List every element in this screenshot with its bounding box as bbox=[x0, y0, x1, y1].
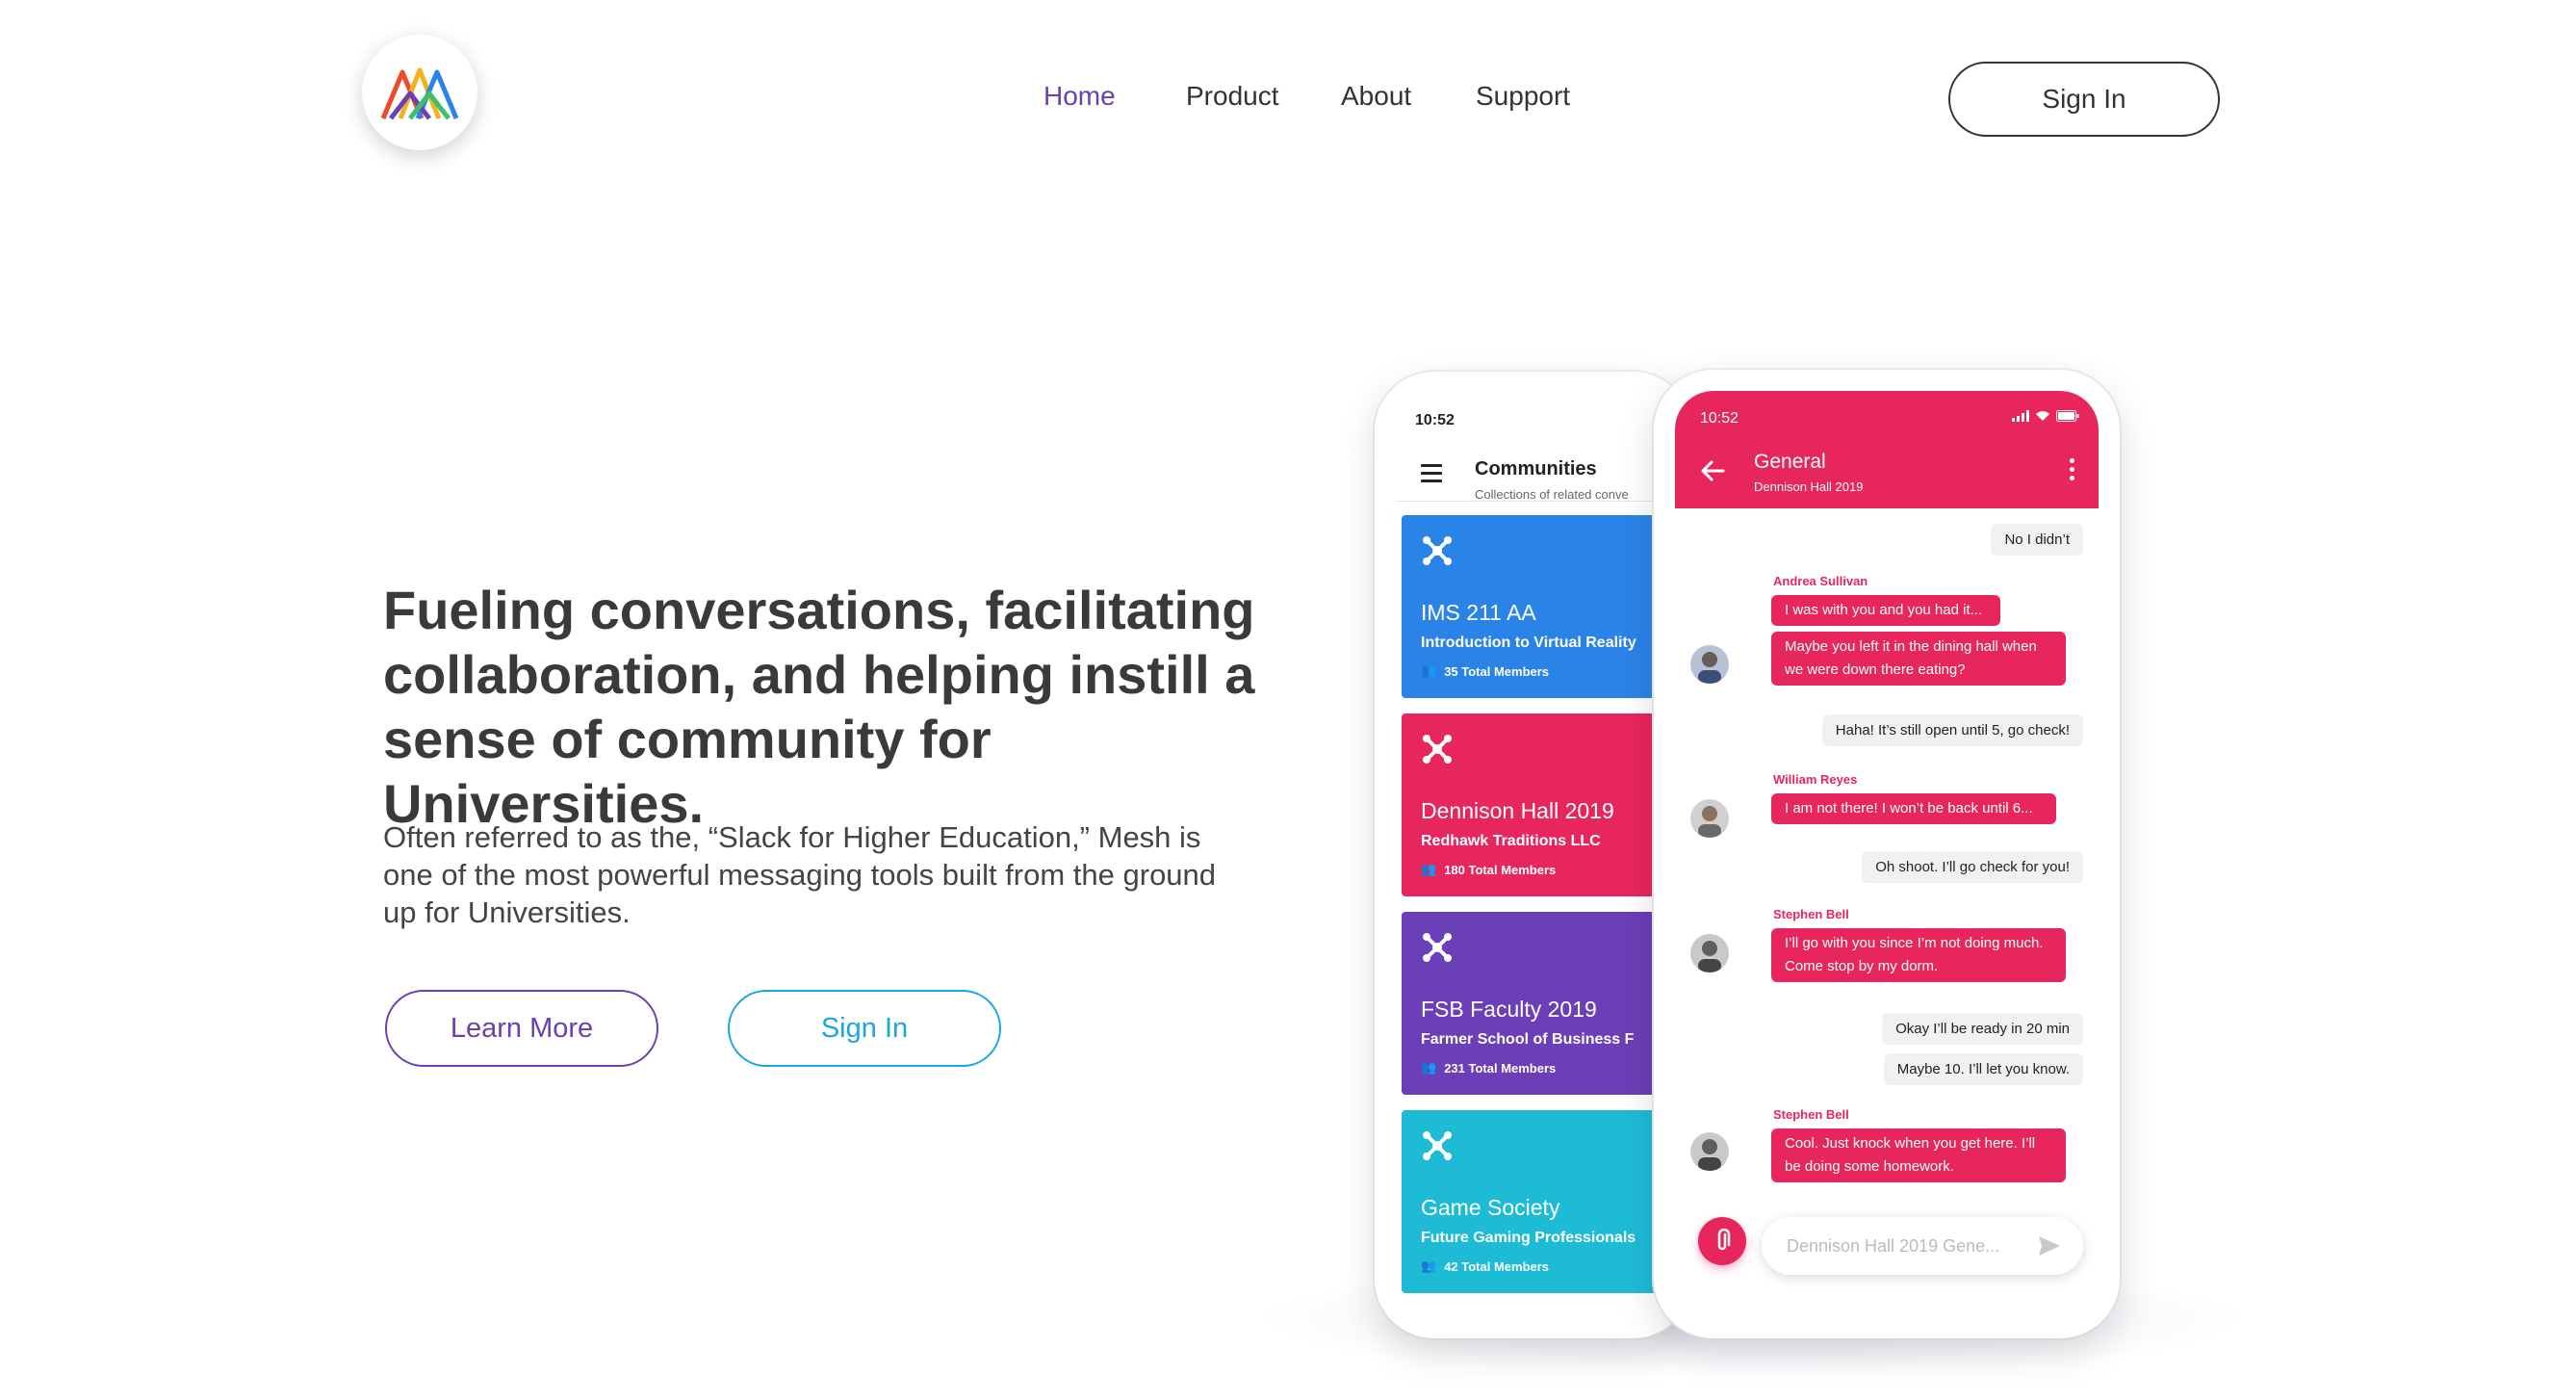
community-name: Dennison Hall 2019 bbox=[1421, 798, 1614, 823]
community-desc: Future Gaming Professionals bbox=[1421, 1230, 1636, 1246]
avatar-stephen bbox=[1690, 934, 1729, 972]
more-options-icon[interactable] bbox=[2070, 458, 2075, 484]
hub-icon bbox=[1423, 735, 1452, 764]
message-outgoing: No I didn’t bbox=[1991, 524, 2083, 556]
attach-button[interactable] bbox=[1698, 1217, 1746, 1265]
community-card-fsb[interactable]: FSB Faculty 2019 Farmer School of Busine… bbox=[1402, 912, 1671, 1095]
signal-icon bbox=[2012, 410, 2029, 422]
message-input[interactable]: Dennison Hall 2019 Gene... bbox=[1762, 1217, 2083, 1275]
chat-screen: 10:52 General Dennison Hall 2019 No I di… bbox=[1675, 391, 2099, 1317]
avatar-stephen-image bbox=[1690, 1132, 1729, 1171]
avatar-andrea bbox=[1690, 645, 1729, 684]
communities-phone: 10:52 Communities Collections of related… bbox=[1375, 372, 1692, 1338]
communities-subtitle: Collections of related conve bbox=[1475, 487, 1629, 502]
status-time: 10:52 bbox=[1700, 410, 1739, 427]
message-incoming: Maybe you left it in the dining hall whe… bbox=[1771, 632, 2066, 686]
message-outgoing: Okay I’ll be ready in 20 min bbox=[1882, 1013, 2083, 1045]
back-arrow-icon[interactable] bbox=[1700, 458, 1725, 483]
nav-product[interactable]: Product bbox=[1186, 81, 1279, 112]
members-icon: 👥 bbox=[1421, 1060, 1437, 1075]
communities-screen: 10:52 Communities Collections of related… bbox=[1396, 393, 1671, 1317]
members-icon: 👥 bbox=[1421, 1258, 1437, 1273]
nav-about[interactable]: About bbox=[1341, 81, 1411, 112]
message-outgoing: Maybe 10. I’ll let you know. bbox=[1883, 1053, 2083, 1085]
hero-title: Fueling conversations, facilitating coll… bbox=[383, 580, 1255, 834]
message-incoming: I’ll go with you since I’m not doing muc… bbox=[1771, 928, 2066, 982]
status-time: 10:52 bbox=[1415, 412, 1455, 428]
avatar-stephen-image bbox=[1690, 934, 1729, 972]
hero-subtitle: Often referred to as the, “Slack for Hig… bbox=[383, 820, 1217, 929]
sender-name: Stephen Bell bbox=[1773, 1107, 1849, 1122]
hub-icon bbox=[1423, 933, 1452, 962]
send-icon[interactable] bbox=[2037, 1234, 2062, 1257]
message-outgoing: Haha! It’s still open until 5, go check! bbox=[1821, 714, 2083, 746]
mesh-logo-icon bbox=[380, 67, 459, 120]
community-members: 👥 231 Total Members bbox=[1421, 1060, 1556, 1076]
community-desc: Redhawk Traditions LLC bbox=[1421, 833, 1601, 849]
message-input-placeholder: Dennison Hall 2019 Gene... bbox=[1787, 1235, 2000, 1256]
community-name: IMS 211 AA bbox=[1421, 600, 1536, 625]
community-card-game-society[interactable]: Game Society Future Gaming Professionals… bbox=[1402, 1110, 1671, 1293]
chat-title: General bbox=[1754, 451, 1826, 473]
members-count: 42 Total Members bbox=[1444, 1258, 1550, 1274]
community-desc: Introduction to Virtual Reality bbox=[1421, 635, 1636, 651]
wifi-icon bbox=[2036, 411, 2049, 421]
avatar-william bbox=[1690, 799, 1729, 838]
community-desc: Farmer School of Business F bbox=[1421, 1031, 1635, 1048]
members-count: 231 Total Members bbox=[1444, 1060, 1557, 1076]
nav-home[interactable]: Home bbox=[1043, 81, 1116, 112]
header-sign-in-button[interactable]: Sign In bbox=[1948, 62, 2220, 137]
hub-icon bbox=[1423, 536, 1452, 565]
community-card-dennison[interactable]: Dennison Hall 2019 Redhawk Traditions LL… bbox=[1402, 713, 1671, 896]
sender-name: Stephen Bell bbox=[1773, 907, 1849, 921]
members-icon: 👥 bbox=[1421, 663, 1437, 678]
hub-icon bbox=[1423, 1131, 1452, 1160]
community-members: 👥 180 Total Members bbox=[1421, 862, 1556, 877]
message-incoming: I am not there! I won’t be back until 6.… bbox=[1771, 793, 2056, 824]
battery-icon bbox=[2056, 410, 2079, 422]
community-name: FSB Faculty 2019 bbox=[1421, 997, 1597, 1022]
community-card-ims[interactable]: IMS 211 AA Introduction to Virtual Reali… bbox=[1402, 515, 1671, 698]
communities-title: Communities bbox=[1475, 458, 1597, 480]
sender-name: Andrea Sullivan bbox=[1773, 574, 1868, 588]
chat-phone: 10:52 General Dennison Hall 2019 No I di… bbox=[1654, 370, 2120, 1338]
members-count: 180 Total Members bbox=[1444, 862, 1557, 877]
community-members: 👥 42 Total Members bbox=[1421, 1258, 1549, 1274]
chat-subtitle: Dennison Hall 2019 bbox=[1754, 480, 1864, 494]
nav-support[interactable]: Support bbox=[1476, 81, 1570, 112]
members-icon: 👥 bbox=[1421, 862, 1437, 876]
mesh-logo[interactable] bbox=[362, 35, 477, 150]
paperclip-icon bbox=[1717, 1229, 1731, 1251]
message-incoming: Cool. Just knock when you get here. I’ll… bbox=[1771, 1128, 2066, 1182]
message-outgoing: Oh shoot. I’ll go check for you! bbox=[1862, 851, 2083, 883]
message-incoming: I was with you and you had it... bbox=[1771, 595, 2000, 626]
hero-sign-in-button[interactable]: Sign In bbox=[728, 990, 1001, 1067]
avatar-stephen bbox=[1690, 1132, 1729, 1171]
learn-more-button[interactable]: Learn More bbox=[385, 990, 658, 1067]
avatar-andrea-image bbox=[1690, 645, 1729, 684]
chat-header: 10:52 General Dennison Hall 2019 bbox=[1675, 391, 2099, 508]
members-count: 35 Total Members bbox=[1444, 663, 1550, 679]
menu-icon[interactable] bbox=[1421, 464, 1442, 487]
avatar-william-image bbox=[1690, 799, 1729, 838]
community-members: 👥 35 Total Members bbox=[1421, 663, 1549, 679]
sender-name: William Reyes bbox=[1773, 772, 1858, 787]
community-name: Game Society bbox=[1421, 1195, 1560, 1220]
communities-appbar: Communities Collections of related conve bbox=[1396, 433, 1671, 502]
status-icons bbox=[2012, 410, 2079, 422]
